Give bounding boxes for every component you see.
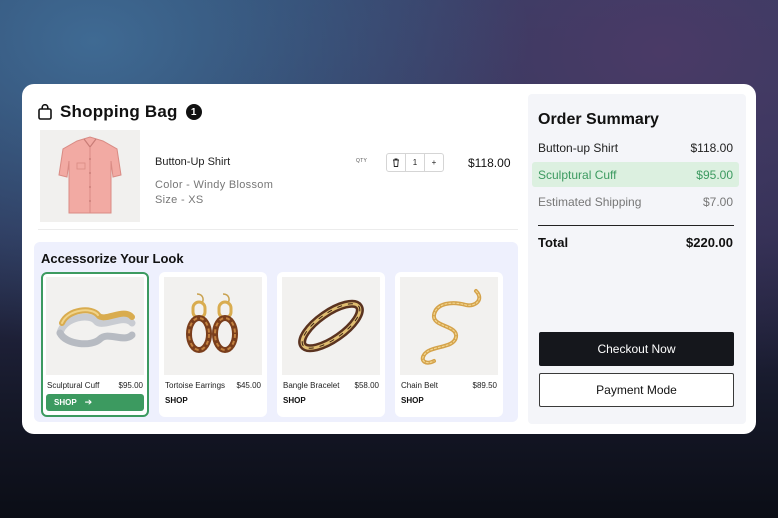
product-price: $45.00 (236, 381, 261, 390)
plus-icon: + (431, 158, 437, 167)
qty-label: QTY (356, 158, 368, 164)
shop-link[interactable]: SHOP (401, 396, 424, 405)
cart-item-size: Size - XS (155, 194, 204, 206)
product-card-tortoise-earrings[interactable]: Tortoise Earrings $45.00 SHOP (159, 272, 267, 417)
accessorize-section: Accessorize Your Look Sculptural Cuff $9… (34, 242, 518, 422)
arrow-right-icon: ➔ (84, 397, 93, 407)
summary-row-value: $95.00 (696, 167, 733, 182)
total-value: $220.00 (686, 235, 733, 250)
summary-divider (538, 225, 734, 226)
product-name: Bangle Bracelet (283, 381, 340, 390)
bag-title: Shopping Bag (60, 102, 178, 121)
delete-button[interactable] (387, 154, 405, 171)
product-image (282, 277, 380, 375)
payment-mode-button[interactable]: Payment Mode (539, 373, 734, 407)
bag-count-badge: 1 (185, 104, 202, 120)
cart-item-name[interactable]: Button-Up Shirt (155, 156, 230, 168)
quantity-value[interactable]: 1 (405, 154, 424, 171)
product-name: Chain Belt (401, 381, 438, 390)
product-image (400, 277, 498, 375)
divider (38, 229, 518, 230)
product-image (164, 277, 262, 375)
summary-total: Total $220.00 (532, 230, 739, 255)
cart-item-color: Color - Windy Blossom (155, 179, 274, 191)
shop-button[interactable]: SHOP ➔ (46, 394, 144, 411)
cuff-image (56, 307, 136, 348)
shop-label: SHOP (54, 398, 77, 407)
order-summary-title: Order Summary (538, 111, 659, 128)
summary-row-label: Button-up Shirt (538, 140, 619, 155)
quantity-stepper: 1 + (386, 153, 444, 172)
summary-row-cuff: Sculptural Cuff $95.00 (532, 162, 739, 187)
product-name: Sculptural Cuff (47, 381, 100, 390)
shopping-card: Shopping Bag 1 Button-Up Shirt Color - W… (22, 84, 756, 434)
earrings-image (186, 293, 238, 353)
total-label: Total (538, 235, 569, 250)
shop-link[interactable]: SHOP (165, 396, 188, 405)
shop-link[interactable]: SHOP (283, 396, 306, 405)
bag-header: Shopping Bag 1 (38, 102, 202, 122)
shopping-bag-icon (38, 104, 52, 120)
cart-item-price: $118.00 (468, 156, 511, 170)
product-price: $89.50 (472, 381, 497, 390)
summary-row-shipping: Estimated Shipping $7.00 (532, 189, 739, 214)
product-card-sculptural-cuff[interactable]: Sculptural Cuff $95.00 SHOP ➔ (41, 272, 149, 417)
shirt-image (58, 136, 122, 214)
trash-icon (393, 158, 399, 167)
product-image (46, 277, 144, 375)
product-price: $95.00 (118, 381, 143, 390)
order-summary-panel: Order Summary Button-up Shirt $118.00 Sc… (528, 94, 746, 424)
product-card-chain-belt[interactable]: Chain Belt $89.50 SHOP (395, 272, 503, 417)
chain-belt-image (420, 289, 482, 365)
summary-row-value: $118.00 (690, 140, 734, 155)
increment-button[interactable]: + (424, 154, 443, 171)
checkout-button[interactable]: Checkout Now (539, 332, 734, 366)
accessorize-title: Accessorize Your Look (41, 251, 184, 266)
summary-row-shirt: Button-up Shirt $118.00 (532, 135, 739, 160)
summary-row-value: $7.00 (702, 194, 733, 209)
bangle-image (298, 299, 364, 353)
product-price: $58.00 (354, 381, 379, 390)
summary-row-label: Estimated Shipping (538, 194, 642, 209)
product-card-bangle-bracelet[interactable]: Bangle Bracelet $58.00 SHOP (277, 272, 385, 417)
product-name: Tortoise Earrings (165, 381, 226, 390)
summary-row-label: Sculptural Cuff (538, 167, 617, 182)
cart-item-image[interactable] (40, 130, 140, 222)
